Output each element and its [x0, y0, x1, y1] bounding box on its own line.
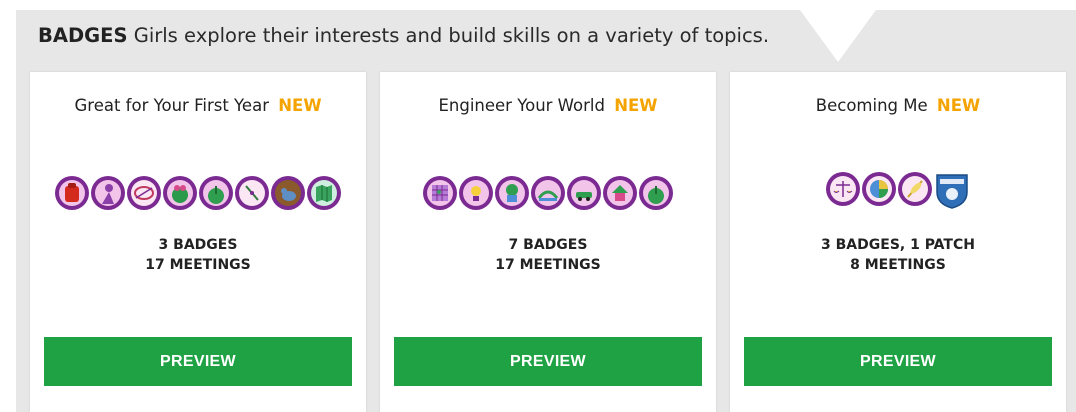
- card-title-text: Great for Your First Year: [74, 96, 269, 115]
- card-stats: 7 BADGES 17 MEETINGS: [380, 235, 716, 275]
- badge-count: 3 BADGES: [158, 237, 238, 253]
- house-icon: [603, 176, 637, 210]
- purple-figure-icon: [91, 176, 125, 210]
- badge-row: [30, 176, 366, 210]
- badge-count: 3 BADGES, 1 PATCH: [821, 237, 975, 253]
- badge-count: 7 BADGES: [508, 237, 588, 253]
- bridge-icon: [531, 176, 565, 210]
- scales-icon: [826, 172, 860, 206]
- card-title-text: Becoming Me: [815, 96, 928, 115]
- feather-icon: [898, 172, 932, 206]
- meeting-count: 8 MEETINGS: [850, 257, 946, 273]
- panel-notch: [800, 10, 876, 62]
- red-backpack-icon: [55, 176, 89, 210]
- preview-button[interactable]: PREVIEW: [744, 337, 1052, 386]
- card-title: Engineer Your World NEW: [380, 96, 716, 115]
- green-sprout-icon: [639, 176, 673, 210]
- preview-button[interactable]: PREVIEW: [394, 337, 702, 386]
- card-stats: 3 BADGES 17 MEETINGS: [30, 235, 366, 275]
- green-heart-icon: [163, 176, 197, 210]
- badge-card-engineer-your-world: Engineer Your World NEW 7 BADGES 17 MEET…: [380, 72, 716, 412]
- new-label: NEW: [278, 96, 322, 115]
- new-label: NEW: [614, 96, 658, 115]
- bird-icon: [271, 176, 305, 210]
- cup-tree-icon: [495, 176, 529, 210]
- card-title: Great for Your First Year NEW: [30, 96, 366, 115]
- becoming-me-patch-icon: [934, 172, 970, 210]
- lightbulb-icon: [459, 176, 493, 210]
- card-title: Becoming Me NEW: [730, 96, 1066, 115]
- card-title-text: Engineer Your World: [438, 96, 605, 115]
- new-label: NEW: [936, 96, 981, 115]
- clock-hands-icon: [235, 176, 269, 210]
- preview-button[interactable]: PREVIEW: [44, 337, 352, 386]
- badge-row: [380, 176, 716, 210]
- card-stats: 3 BADGES, 1 PATCH 8 MEETINGS: [730, 235, 1066, 275]
- section-subtitle: Girls explore their interests and build …: [133, 24, 770, 47]
- badge-card-becoming-me: Becoming Me NEW 3 BADGES, 1 PATCH 8 MEET…: [730, 72, 1066, 412]
- meeting-count: 17 MEETINGS: [495, 257, 601, 273]
- section-title: BADGES: [38, 24, 128, 47]
- map-icon: [307, 176, 341, 210]
- badge-card-first-year: Great for Your First Year NEW 3 BADGES 1…: [30, 72, 366, 412]
- green-sprout-icon: [199, 176, 233, 210]
- meeting-count: 17 MEETINGS: [145, 257, 251, 273]
- pink-loop-icon: [127, 176, 161, 210]
- badge-row: [730, 172, 1066, 210]
- section-header: BADGES Girls explore their interests and…: [38, 24, 769, 47]
- car-icon: [567, 176, 601, 210]
- grid-board-icon: [423, 176, 457, 210]
- pie-chart-icon: [862, 172, 896, 206]
